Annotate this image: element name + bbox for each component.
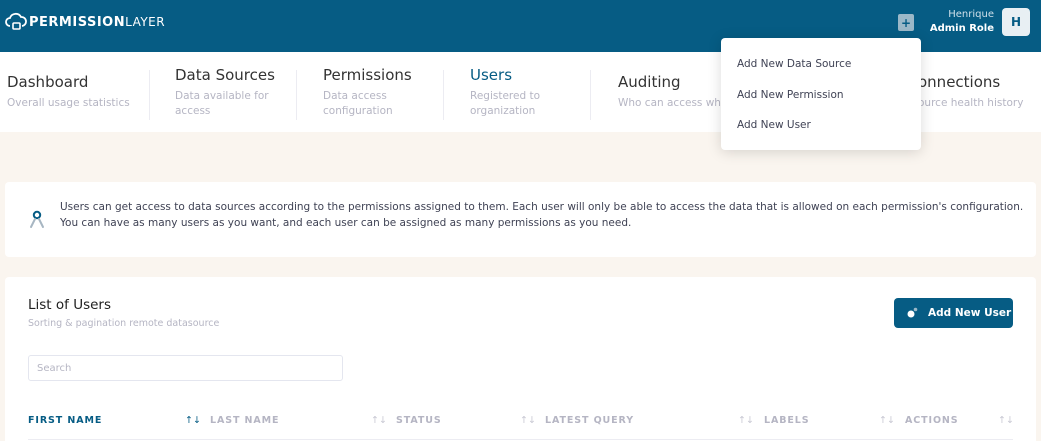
sort-icon[interactable]: ↑↓ xyxy=(520,415,536,426)
tab-users[interactable]: Users Registered to organization xyxy=(470,52,590,132)
user-name: Henrique xyxy=(948,9,994,20)
tab-title: Data Sources xyxy=(175,66,275,84)
card-title: List of Users xyxy=(28,297,111,313)
logo-text: PERMISSIONLAYER xyxy=(29,14,166,30)
add-new-dropdown: Add New Data Source Add New Permission A… xyxy=(721,38,921,150)
column-labels[interactable]: LABELS xyxy=(764,415,809,426)
sort-icon[interactable]: ↑↓ xyxy=(185,415,201,426)
tab-permissions[interactable]: Permissions Data access configuration xyxy=(323,52,443,132)
tab-title: Auditing xyxy=(618,73,681,91)
cloud-lock-logo-icon xyxy=(5,12,27,30)
user-pin-icon xyxy=(30,210,44,228)
column-latest-query[interactable]: LATEST QUERY xyxy=(545,415,634,426)
tab-subtitle: Overall usage statistics xyxy=(7,97,130,109)
column-first-name[interactable]: FIRST NAME xyxy=(28,415,102,426)
tab-subtitle: Data available for xyxy=(175,90,269,102)
add-new-user-button[interactable]: Add New User xyxy=(894,298,1013,328)
column-last-name[interactable]: LAST NAME xyxy=(210,415,279,426)
tab-data-sources[interactable]: Data Sources Data available for access xyxy=(175,52,295,132)
add-file-icon[interactable]: + xyxy=(898,14,914,31)
tab-auditing[interactable]: Auditing Who can access wh xyxy=(618,52,728,132)
tab-connections[interactable]: onnections ource health history xyxy=(918,52,1041,132)
notice-text: Users can get access to data sources acc… xyxy=(60,200,1030,231)
tab-subtitle: Who can access wh xyxy=(618,97,721,109)
logo[interactable]: PERMISSIONLAYER xyxy=(5,9,165,35)
table-header: FIRST NAME ↑↓ LAST NAME ↑↓ STATUS ↑↓ LAT… xyxy=(28,410,1014,440)
column-actions: ACTIONS xyxy=(905,415,959,426)
tab-title: Users xyxy=(470,66,513,84)
sort-icon[interactable]: ↑↓ xyxy=(738,415,754,426)
sort-icon[interactable]: ↑↓ xyxy=(998,415,1014,426)
add-new-user-label: Add New User xyxy=(928,307,1012,319)
sort-icon[interactable]: ↑↓ xyxy=(879,415,895,426)
sort-icon[interactable]: ↑↓ xyxy=(371,415,387,426)
user-role: Admin Role xyxy=(929,23,994,34)
tab-dashboard[interactable]: Dashboard Overall usage statistics xyxy=(7,52,147,132)
notice-line: Users can get access to data sources acc… xyxy=(60,201,1024,213)
column-status[interactable]: STATUS xyxy=(396,415,442,426)
tab-subtitle: Registered to xyxy=(470,90,541,102)
tab-divider xyxy=(149,70,150,120)
tab-subtitle: organization xyxy=(470,105,536,117)
menu-item-add-data-source[interactable]: Add New Data Source xyxy=(721,49,921,80)
tab-title: Dashboard xyxy=(7,73,89,91)
search-input[interactable] xyxy=(28,355,343,381)
menu-item-add-permission[interactable]: Add New Permission xyxy=(721,80,921,111)
tab-divider xyxy=(296,70,297,120)
notice-line: You can have as many users as you want, … xyxy=(60,216,632,229)
users-card: List of Users Sorting & pagination remot… xyxy=(5,277,1036,441)
tab-subtitle: configuration xyxy=(323,105,393,117)
add-user-icon xyxy=(907,307,918,318)
menu-item-add-user[interactable]: Add New User xyxy=(721,110,921,141)
info-notice: Users can get access to data sources acc… xyxy=(5,182,1036,257)
tab-subtitle: Data access xyxy=(323,90,387,102)
tab-subtitle: ource health history xyxy=(918,97,1024,109)
tab-title: Permissions xyxy=(323,66,412,84)
card-subtitle: Sorting & pagination remote datasource xyxy=(28,318,220,329)
tab-title: onnections xyxy=(918,73,1001,91)
tab-divider xyxy=(443,70,444,120)
tab-divider xyxy=(590,70,591,120)
tab-subtitle: access xyxy=(175,105,211,117)
avatar[interactable]: H xyxy=(1002,8,1030,36)
